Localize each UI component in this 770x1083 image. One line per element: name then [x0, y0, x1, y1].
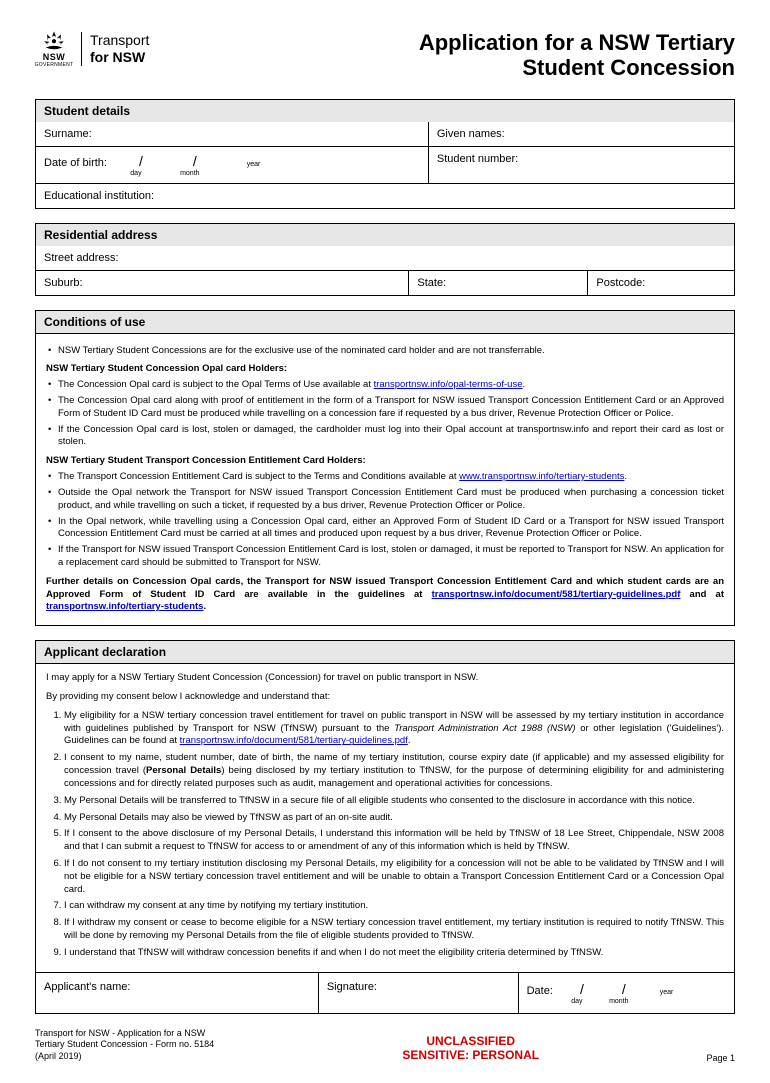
postcode-field[interactable]: Postcode: [588, 271, 734, 295]
dob-field[interactable]: Date of birth: /day /month year [36, 147, 429, 183]
cond-further: Further details on Concession Opal cards… [46, 576, 724, 614]
decl-ack: By providing my consent below I acknowle… [46, 691, 724, 704]
logo-separator [81, 32, 82, 66]
title-line2: Student Concession [419, 55, 735, 80]
state-field[interactable]: State: [409, 271, 588, 295]
cond-item: In the Opal network, while travelling us… [46, 516, 724, 542]
decl-item: My eligibility for a NSW tertiary conces… [64, 710, 724, 748]
gov-text: GOVERNMENT [35, 62, 74, 68]
cond-intro: NSW Tertiary Student Concessions are for… [46, 345, 724, 358]
decl-item: My Personal Details may also be viewed b… [64, 812, 724, 825]
decl-item: If I do not consent to my tertiary insti… [64, 858, 724, 896]
tertiary-students-link2[interactable]: transportnsw.info/tertiary-students [46, 601, 203, 612]
cond-sub2: NSW Tertiary Student Transport Concessio… [46, 455, 724, 468]
student-number-field[interactable]: Student number: [429, 147, 734, 183]
org-line2: for NSW [90, 49, 149, 66]
decl-item: I understand that TfNSW will withdraw co… [64, 947, 724, 960]
cond-item: The Concession Opal card along with proo… [46, 395, 724, 421]
address-header: Residential address [35, 223, 735, 246]
guidelines-link[interactable]: transportnsw.info/document/581/tertiary-… [180, 735, 408, 746]
cond-sub1: NSW Tertiary Student Concession Opal car… [46, 363, 724, 376]
cond-item: If the Transport for NSW issued Transpor… [46, 544, 724, 570]
title-line1: Application for a NSW Tertiary [419, 30, 735, 55]
tertiary-students-link[interactable]: www.transportnsw.info/tertiary-students [459, 471, 624, 482]
decl-item: I consent to my name, student number, da… [64, 752, 724, 790]
decl-item: If I withdraw my consent or cease to bec… [64, 917, 724, 943]
nsw-logo-icon: NSW GOVERNMENT [35, 30, 73, 68]
cond-item: The Concession Opal card is subject to t… [46, 379, 724, 392]
surname-field[interactable]: Surname: [36, 122, 429, 146]
street-field[interactable]: Street address: [36, 246, 734, 270]
footer-classification: UNCLASSIFIED SENSITIVE: PERSONAL [402, 1034, 539, 1063]
cond-item: Outside the Opal network the Transport f… [46, 487, 724, 513]
logo-block: NSW GOVERNMENT Transport for NSW [35, 30, 149, 68]
page: NSW GOVERNMENT Transport for NSW Applica… [0, 0, 770, 1083]
page-title: Application for a NSW Tertiary Student C… [419, 30, 735, 81]
decl-item: I can withdraw my consent at any time by… [64, 900, 724, 913]
student-details-table: Surname: Given names: Date of birth: /da… [35, 122, 735, 209]
footer-left: Transport for NSW - Application for a NS… [35, 1028, 235, 1063]
given-names-field[interactable]: Given names: [429, 122, 734, 146]
declaration-box: I may apply for a NSW Tertiary Student C… [35, 664, 735, 972]
date-field[interactable]: Date: /day /month year [519, 973, 734, 1013]
cond-item: The Transport Concession Entitlement Car… [46, 471, 724, 484]
org-name: Transport for NSW [90, 32, 149, 66]
signature-field[interactable]: Signature: [319, 973, 519, 1013]
header: NSW GOVERNMENT Transport for NSW Applica… [35, 30, 735, 81]
decl-item: My Personal Details will be transferred … [64, 795, 724, 808]
suburb-field[interactable]: Suburb: [36, 271, 409, 295]
conditions-box: NSW Tertiary Student Concessions are for… [35, 334, 735, 627]
decl-intro: I may apply for a NSW Tertiary Student C… [46, 672, 724, 685]
signature-row: Applicant's name: Signature: Date: /day … [35, 973, 735, 1014]
student-details-header: Student details [35, 99, 735, 122]
cond-item: If the Concession Opal card is lost, sto… [46, 424, 724, 450]
conditions-header: Conditions of use [35, 310, 735, 334]
applicant-name-field[interactable]: Applicant's name: [36, 973, 319, 1013]
nsw-text: NSW [43, 52, 66, 62]
institution-field[interactable]: Educational institution: [36, 184, 734, 208]
decl-item: If I consent to the above disclosure of … [64, 828, 724, 854]
footer-page: Page 1 [706, 1053, 735, 1063]
declaration-header: Applicant declaration [35, 640, 735, 664]
waratah-icon [40, 30, 68, 51]
opal-terms-link[interactable]: transportnsw.info/opal-terms-of-use [374, 379, 523, 390]
guidelines-pdf-link[interactable]: transportnsw.info/document/581/tertiary-… [432, 589, 681, 600]
org-line1: Transport [90, 32, 149, 49]
footer: Transport for NSW - Application for a NS… [35, 1028, 735, 1063]
address-table: Street address: Suburb: State: Postcode: [35, 246, 735, 296]
